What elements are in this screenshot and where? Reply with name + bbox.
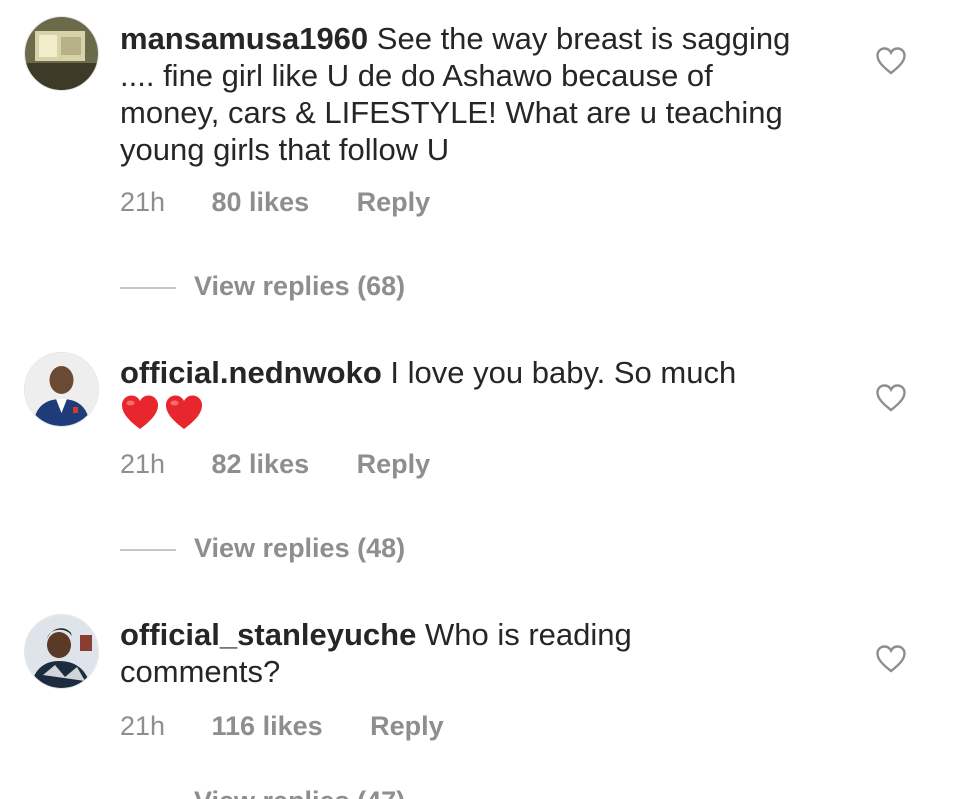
comment-meta: 21h 82 likes Reply [120, 449, 430, 480]
comment-likes[interactable]: 116 likes [212, 711, 323, 742]
comment-meta: 21h 116 likes Reply [120, 711, 444, 742]
comment-username[interactable]: official.nednwoko [120, 355, 382, 390]
view-replies-button[interactable]: View replies (48) [120, 533, 405, 564]
avatar[interactable] [24, 614, 99, 689]
comment-username[interactable]: mansamusa1960 [120, 21, 368, 56]
avatar[interactable] [24, 16, 99, 91]
reply-button[interactable]: Reply [357, 187, 431, 218]
comment-time: 21h [120, 711, 166, 741]
reply-button[interactable]: Reply [357, 449, 431, 480]
avatar[interactable] [24, 352, 99, 427]
comment-time: 21h [120, 449, 166, 479]
comment-feed: mansamusa1960 See the way breast is sagg… [0, 0, 966, 799]
comment-text: I love you baby. So much [390, 355, 737, 390]
divider-line [120, 286, 176, 289]
like-heart-icon[interactable] [876, 645, 906, 673]
comment-meta: 21h 80 likes Reply [120, 187, 430, 218]
emoji-group [120, 393, 204, 431]
comment-body: official.nednwoko I love you baby. So mu… [120, 354, 800, 439]
view-replies-button[interactable]: View replies (47) [120, 786, 405, 799]
comment-body: mansamusa1960 See the way breast is sagg… [120, 20, 800, 168]
comment-body: official_stanleyuche Who is reading comm… [120, 616, 800, 690]
heart-emoji-icon [122, 395, 158, 429]
divider-line [120, 548, 176, 551]
heart-emoji-icon [166, 395, 202, 429]
reply-button[interactable]: Reply [370, 711, 444, 742]
view-replies-label: View replies (48) [194, 533, 406, 563]
view-replies-button[interactable]: View replies (68) [120, 271, 405, 302]
comment-likes[interactable]: 82 likes [212, 449, 310, 480]
comment-username[interactable]: official_stanleyuche [120, 617, 416, 652]
like-heart-icon[interactable] [876, 384, 906, 412]
like-heart-icon[interactable] [876, 47, 906, 75]
comment-likes[interactable]: 80 likes [212, 187, 310, 218]
view-replies-label: View replies (47) [194, 786, 405, 799]
comment-time: 21h [120, 187, 166, 217]
view-replies-label: View replies (68) [194, 271, 406, 301]
